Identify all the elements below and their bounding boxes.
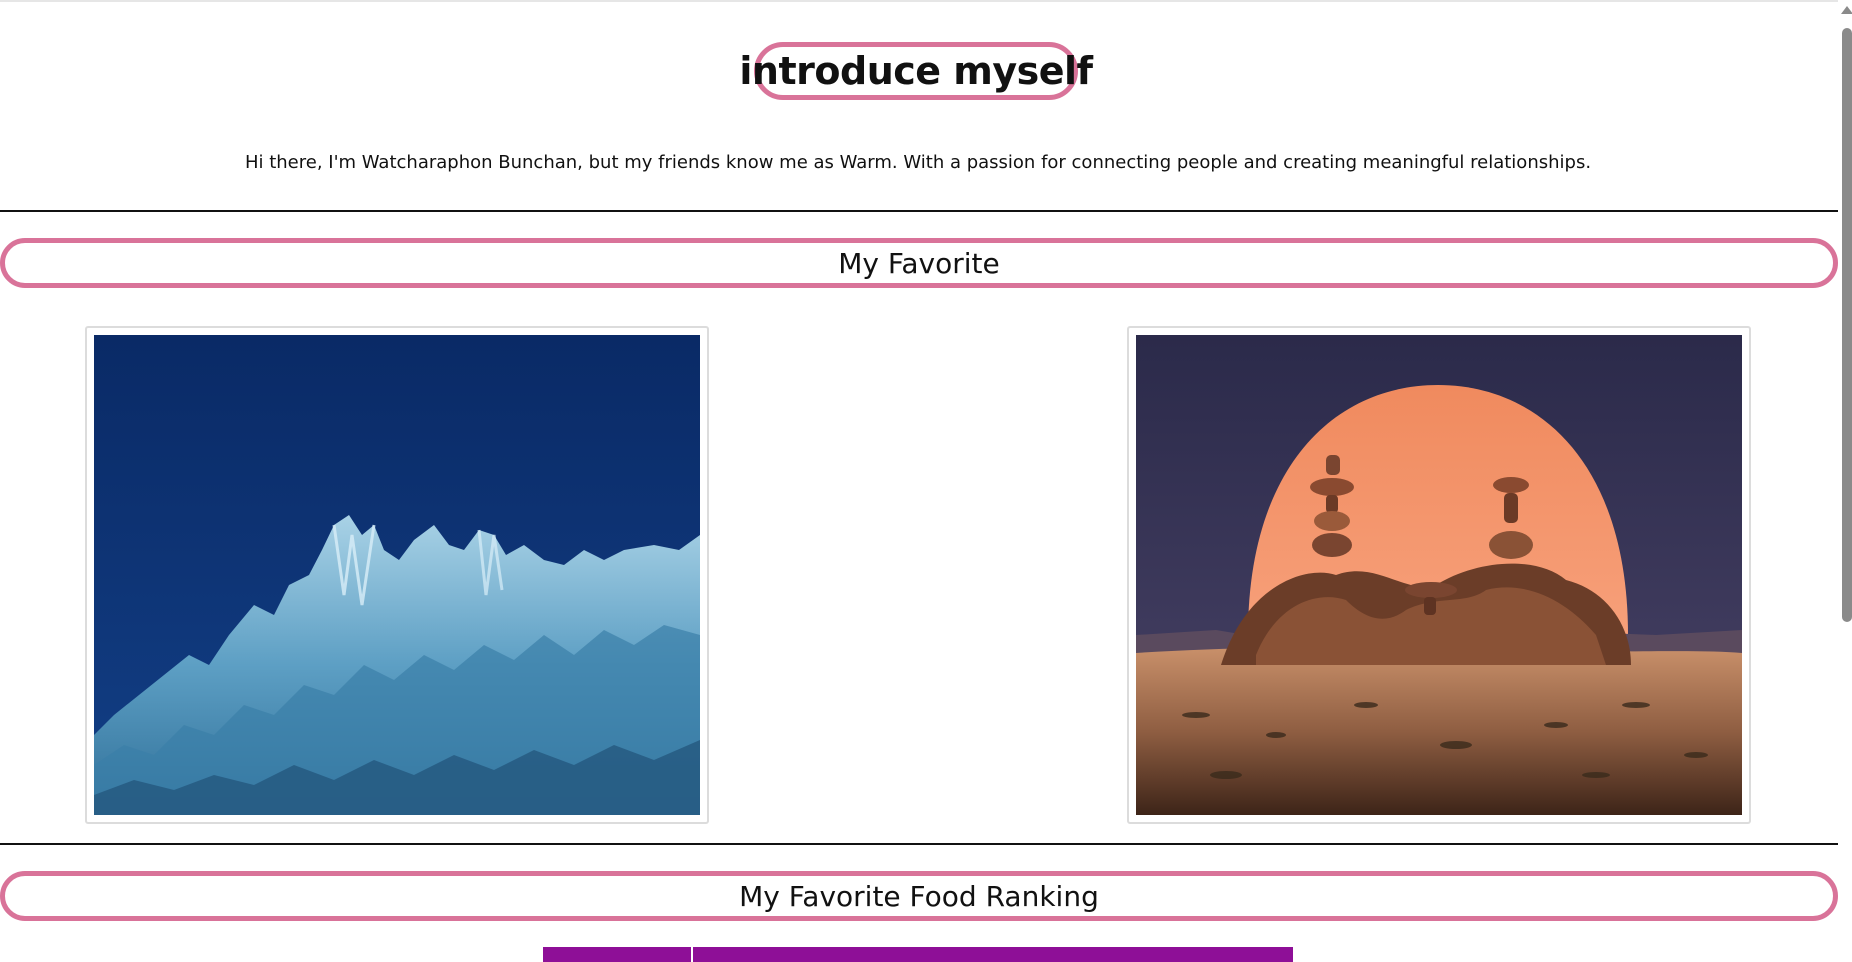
desert-rocks-photo [1127,326,1751,824]
scrollbar-thumb[interactable] [1842,28,1852,622]
mountain-photo [85,326,709,824]
page: introduce myself Hi there, I'm Watcharap… [0,0,1852,962]
table-header-cell [543,947,693,962]
table-header-cell [693,947,1293,962]
scroll-up-arrow-icon[interactable] [1841,6,1852,14]
food-ranking-table-header [543,947,1293,962]
intro-paragraph: Hi there, I'm Watcharaphon Bunchan, but … [244,152,1592,173]
mountain-image [94,335,700,815]
page-title: introduce myself [739,42,1093,100]
favorite-section-title: My Favorite [0,238,1838,288]
section-divider [0,843,1838,845]
food-ranking-section-title: My Favorite Food Ranking [0,871,1838,921]
desert-image [1136,335,1742,815]
top-edge [0,0,1852,2]
section-divider [0,210,1838,212]
